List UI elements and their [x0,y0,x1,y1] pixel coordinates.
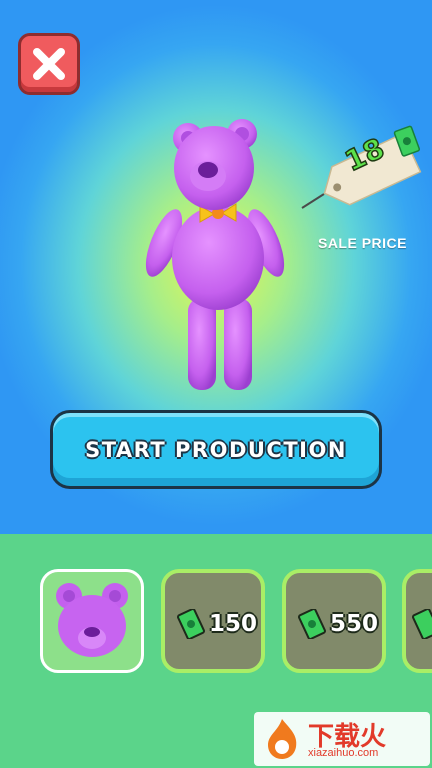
cash-icon [177,609,205,639]
teddy-bear-model [140,118,290,398]
product-slot-550[interactable]: 550 [282,569,386,673]
start-production-button[interactable]: START PRODUCTION [50,410,382,489]
teddy-bear-head-icon [56,583,128,657]
product-slot-teddy[interactable] [40,569,144,673]
preview-stage: 18 SALE PRICE START PRODUCTION [0,0,432,534]
slot-cost: 550 [330,611,379,637]
flame-logo-icon [268,719,297,759]
cash-icon [412,609,432,639]
slot-cost: 150 [209,611,258,637]
watermark-logo: 下载火 xiazaihuo.com [254,712,430,766]
close-icon [33,48,65,80]
close-button[interactable] [18,33,80,95]
cash-icon [298,609,326,639]
watermark-site: xiazaihuo.com [308,747,379,759]
product-slot-next[interactable] [402,569,432,673]
start-production-label: START PRODUCTION [85,437,347,462]
product-slot-150[interactable]: 150 [161,569,265,673]
sale-price-label: SALE PRICE [317,235,407,251]
